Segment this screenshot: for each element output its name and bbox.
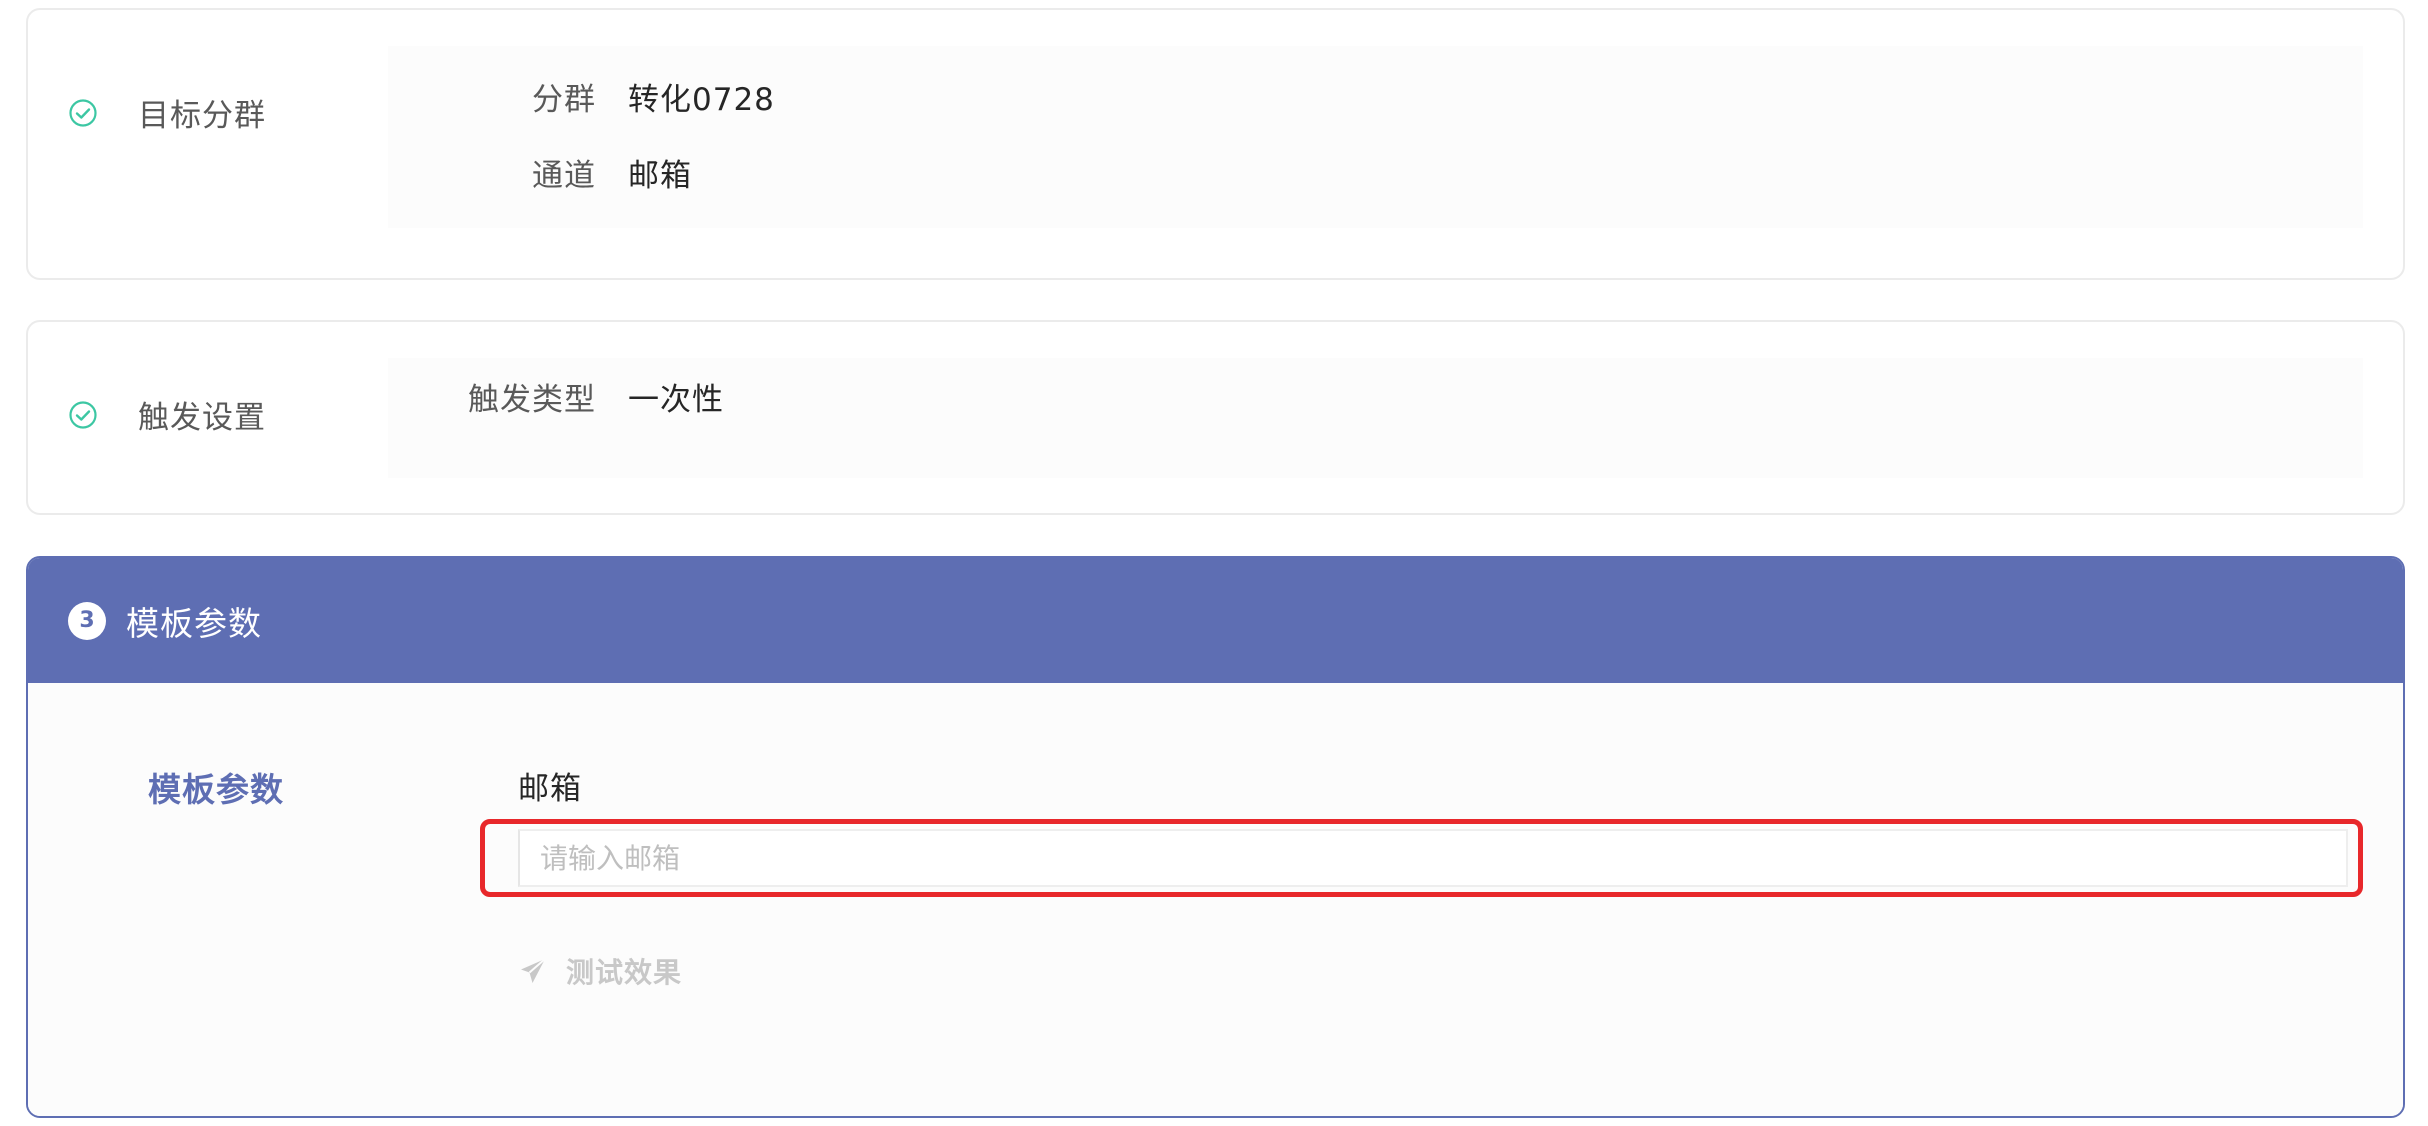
step-card-target-segment: 目标分群 分群 转化0728 通道 邮箱 — [26, 8, 2405, 280]
summary-row-channel: 通道 邮箱 — [388, 142, 2363, 202]
step-header: 目标分群 — [68, 90, 266, 135]
send-icon — [521, 958, 546, 983]
step-number-badge: 3 — [68, 601, 106, 640]
summary-value: 邮箱 — [628, 157, 692, 194]
active-step-title: 模板参数 — [126, 603, 262, 643]
email-input[interactable] — [518, 829, 2348, 887]
step-header: 触发设置 — [68, 392, 266, 437]
check-circle-icon — [69, 98, 97, 127]
summary-label: 通道 — [532, 157, 596, 194]
summary-label: 触发类型 — [468, 381, 596, 418]
test-effect-label: 测试效果 — [566, 956, 683, 989]
email-field-label: 邮箱 — [518, 771, 582, 807]
summary-value: 一次性 — [628, 381, 724, 418]
step-card-trigger-settings: 触发设置 触发类型 一次性 — [26, 320, 2405, 515]
step-summary: 分群 转化0728 通道 邮箱 — [388, 46, 2363, 228]
section-label: 模板参数 — [148, 770, 284, 809]
active-step-body: 模板参数 邮箱 测试效果 — [28, 683, 2403, 1116]
active-step-header: 3 模板参数 — [28, 558, 2403, 683]
summary-row-segment: 分群 转化0728 — [388, 66, 2363, 126]
summary-row-trigger-type: 触发类型 一次性 — [388, 366, 2363, 426]
step-summary: 触发类型 一次性 — [388, 358, 2363, 478]
step-title: 触发设置 — [138, 400, 266, 436]
summary-value: 转化0728 — [628, 81, 775, 118]
step-title: 目标分群 — [138, 98, 266, 134]
summary-label: 分群 — [532, 81, 596, 118]
test-effect-button[interactable]: 测试效果 — [518, 951, 682, 991]
step-card-template-params: 3 模板参数 模板参数 邮箱 测试效果 — [26, 556, 2405, 1118]
check-circle-icon — [69, 400, 97, 429]
